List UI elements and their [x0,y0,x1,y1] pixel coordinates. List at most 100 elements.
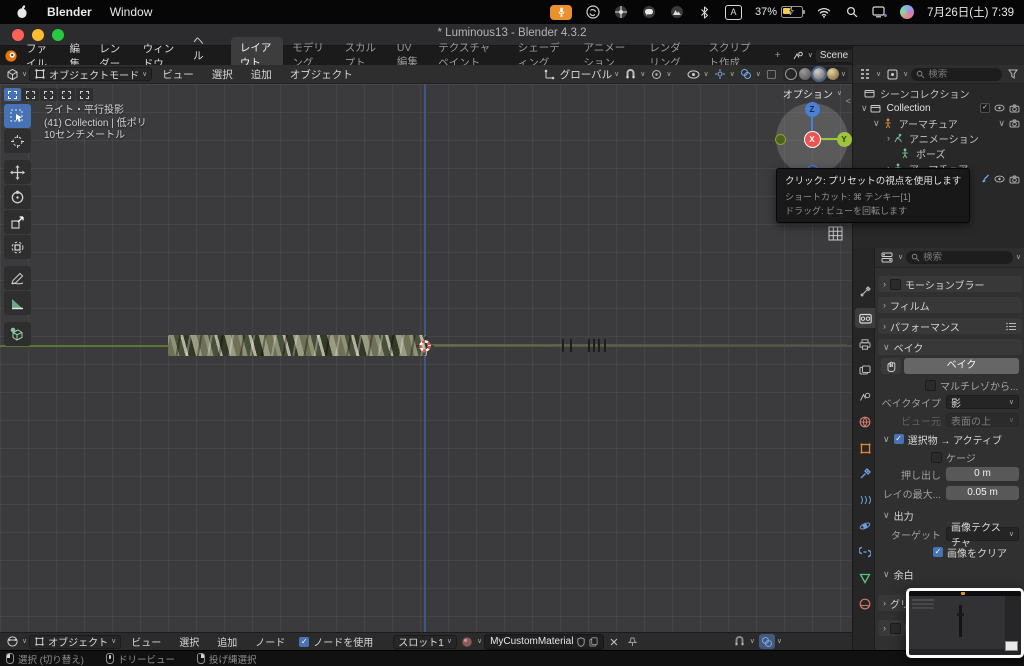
outliner-search-input[interactable] [928,68,997,80]
properties-search-input[interactable] [923,252,1008,263]
tab-scene-properties[interactable] [855,386,875,406]
tab-particle-properties[interactable] [855,490,875,510]
bluetooth-icon[interactable] [697,5,712,20]
select-mode-intersect-button[interactable] [76,88,93,101]
clear-image-checkbox[interactable]: ✓ [933,547,943,557]
tab-constraint-properties[interactable] [855,542,875,562]
screenshot-thumbnail[interactable] [906,588,1024,658]
overlays-dropdown[interactable]: ∨ [738,67,761,82]
gizmo-axis-z[interactable]: Z [804,101,820,117]
slot-dropdown[interactable]: スロット1 ∨ [393,634,457,649]
use-nodes-toggle[interactable]: ✓ ノードを使用 [299,634,373,649]
tab-physics-properties[interactable] [855,516,875,536]
select-mode-subtract-button[interactable] [40,88,57,101]
shader-menu-select[interactable]: 選択 [171,634,207,649]
outliner-search[interactable] [911,67,1002,81]
input-source-icon[interactable]: A [725,4,743,20]
vpn-app-icon[interactable] [669,5,684,20]
shading-material-preview-button[interactable] [810,66,827,82]
tool-annotate-button[interactable] [4,266,31,290]
tab-output-properties[interactable] [855,334,875,354]
filter-icon[interactable] [1005,67,1021,82]
menubar-window-menu[interactable]: Window [110,5,153,19]
max-ray-field[interactable]: 0.05 m [946,486,1019,500]
panel-film[interactable]: › フィルム [878,297,1022,313]
tool-rotate-button[interactable] [4,185,31,209]
chevron-down-icon[interactable]: ∨ [861,103,868,113]
menubar-datetime[interactable]: 7月26日(土) 7:39 [927,4,1014,20]
tool-select-box-button[interactable] [4,104,31,128]
camera-icon[interactable] [1009,118,1020,128]
fake-user-shield-icon[interactable] [577,636,586,647]
transform-orientation-dropdown[interactable]: グローバル ∨ [542,67,619,82]
camera-icon[interactable] [1009,174,1020,184]
line-app-icon[interactable] [641,5,656,20]
eye-icon[interactable] [994,175,1005,183]
chevron-down-icon[interactable]: ∨ [998,118,1005,128]
shading-rendered-button[interactable] [826,68,839,80]
extrusion-field[interactable]: 0 m [946,467,1019,481]
viewport-menu-view[interactable]: ビュー [154,67,202,82]
tool-scale-button[interactable] [4,210,31,234]
bake-button[interactable]: ベイク [904,358,1019,374]
select-mode-difference-button[interactable] [58,88,75,101]
sidebar-toggle-arrow[interactable]: < [846,96,851,106]
search-icon[interactable] [844,5,859,20]
selected-to-active-checkbox[interactable]: ✓ [893,434,904,444]
orthographic-toggle-button[interactable] [828,226,844,241]
blender-logo-icon[interactable] [4,48,18,63]
outliner-row-scene-collection[interactable]: シーンコレクション [853,86,1024,101]
material-browse-button[interactable]: ∨ [459,634,482,649]
bake-type-dropdown[interactable]: 影 ∨ [946,395,1019,410]
multires-checkbox[interactable] [925,379,936,391]
siri-icon[interactable] [900,5,915,19]
exclude-checkbox[interactable]: ✓ [980,103,990,113]
select-mode-extend-button[interactable] [22,88,39,101]
outliner-row-pose[interactable]: ポーズ [853,146,1024,161]
editor-type-button[interactable]: ∨ [4,67,27,82]
shading-solid-button[interactable] [798,68,811,80]
shader-editor-type-button[interactable]: ∨ [4,634,27,649]
freestyle-checkbox[interactable] [890,622,901,634]
margin-subpanel[interactable]: ∨ 余白 [875,566,1024,582]
outliner-row-animation[interactable]: › アニメーション [853,131,1024,146]
battery-indicator[interactable]: 37% [755,6,806,18]
gizmos-dropdown[interactable]: ∨ [712,67,735,82]
shader-menu-node[interactable]: ノード [247,634,293,649]
tool-add-cube-button[interactable] [4,322,31,346]
panel-motion-blur[interactable]: › モーションブラー [878,276,1022,292]
tool-cursor-button[interactable] [4,129,31,153]
select-mode-set-button[interactable] [4,88,21,101]
wifi-icon[interactable] [816,5,831,20]
gizmo-axis-y[interactable]: Y [836,131,852,147]
use-nodes-checkbox[interactable]: ✓ [299,636,310,647]
unlink-material-button[interactable] [606,634,622,649]
proportional-edit-dropdown[interactable]: ∨ [648,67,672,82]
bake-icon[interactable] [881,358,901,374]
outliner-row-armature-object[interactable]: ∨ アーマチュア ∨ [853,116,1024,131]
viewport-menu-object[interactable]: オブジェクト [282,67,361,82]
preset-icon[interactable] [1006,322,1017,331]
pin-icon[interactable] [624,634,640,649]
panel-performance[interactable]: › パフォーマンス [878,318,1022,334]
display-mirroring-icon[interactable] [872,5,887,20]
menubar-app-name[interactable]: Blender [47,5,92,19]
camera-icon[interactable] [1009,103,1020,113]
tab-object-properties[interactable] [855,438,875,458]
target-dropdown[interactable]: 画像テクスチャ ∨ [946,523,1019,549]
shader-type-dropdown[interactable]: オブジェクト ∨ [29,634,122,649]
xray-toggle-button[interactable] [764,67,780,82]
visibility-dropdown[interactable]: ∨ [686,67,709,82]
motion-blur-checkbox[interactable] [890,278,901,290]
mode-dropdown[interactable]: オブジェクトモード ∨ [29,67,153,82]
outliner-display-mode-icon[interactable] [884,67,900,82]
cage-checkbox[interactable] [931,451,942,463]
properties-editor-icon[interactable] [879,250,895,265]
properties-search[interactable] [906,251,1013,264]
panel-bake[interactable]: ∨ ベイク [878,339,1022,355]
tab-render-properties[interactable] [855,308,875,328]
outliner-editor-icon[interactable] [857,67,873,82]
tab-data-properties[interactable] [855,568,875,588]
tool-move-button[interactable] [4,160,31,184]
obs-icon[interactable] [585,5,600,20]
